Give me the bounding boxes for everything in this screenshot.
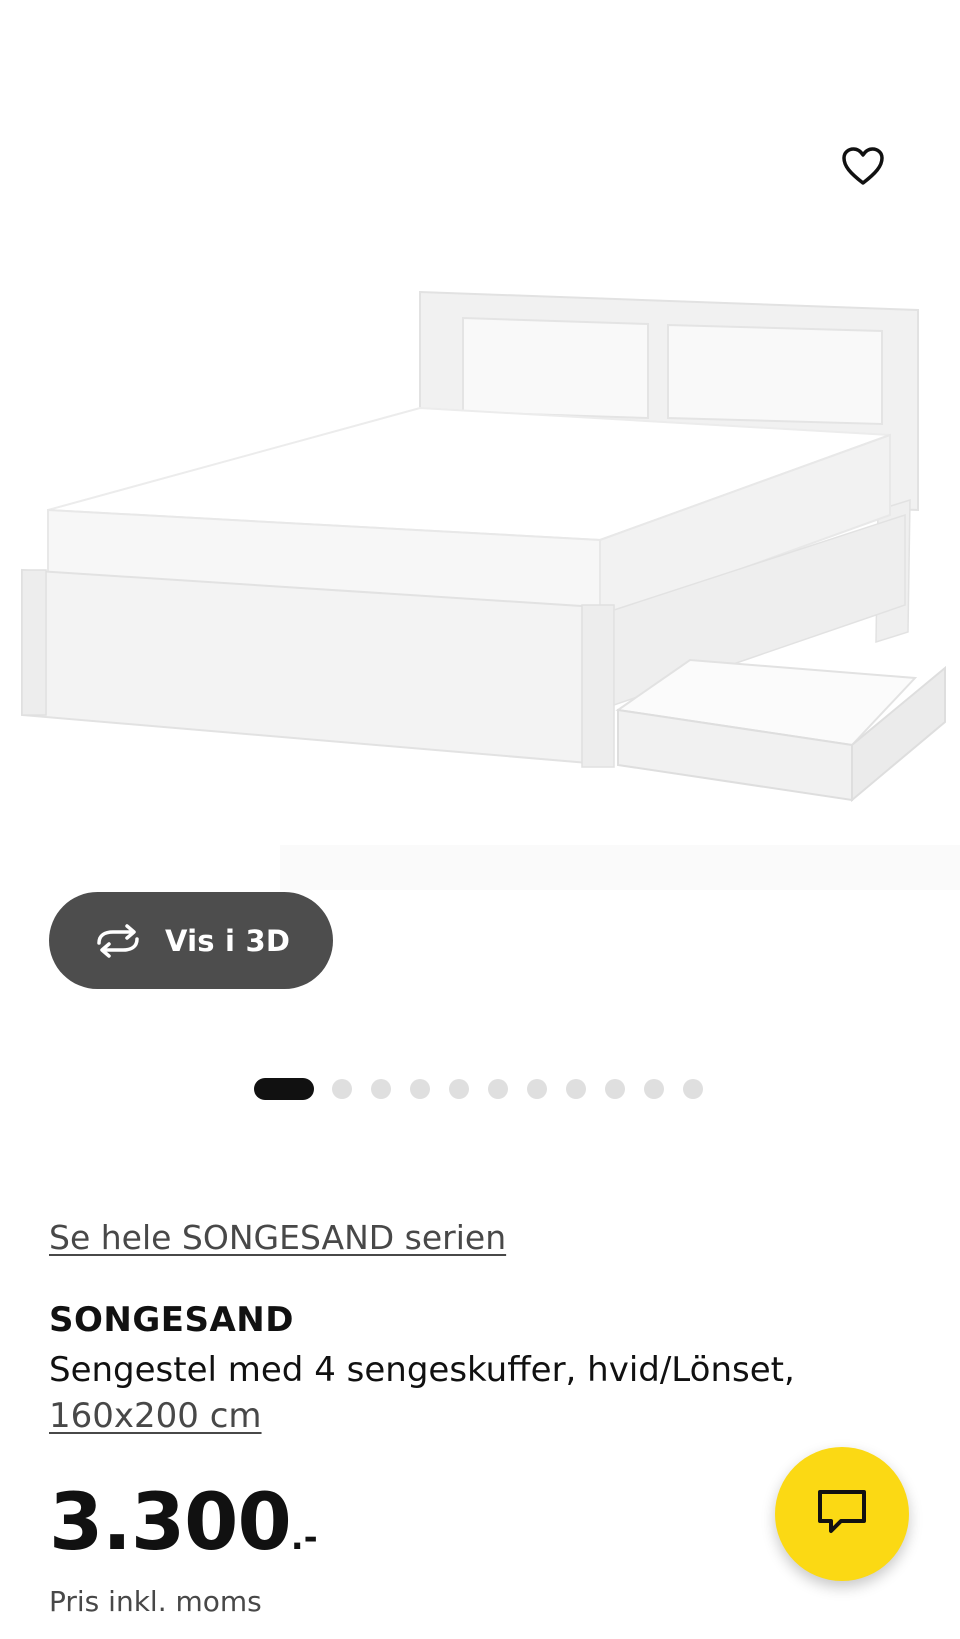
price-integer: 3.300 [49, 1478, 292, 1568]
chat-button[interactable] [775, 1447, 909, 1581]
favorite-button[interactable] [840, 145, 886, 191]
price-suffix: .- [290, 1518, 318, 1558]
view-in-3d-button[interactable]: Vis i 3D [49, 892, 333, 989]
product-price: 3.300 .- [49, 1478, 318, 1568]
gallery-dot-5[interactable] [449, 1079, 469, 1099]
gallery-dot-7[interactable] [527, 1079, 547, 1099]
gallery-dot-6[interactable] [488, 1079, 508, 1099]
gallery-dot-3[interactable] [371, 1079, 391, 1099]
product-image-gallery[interactable]: Vis i 3D [0, 0, 960, 1000]
gallery-dot-4[interactable] [410, 1079, 430, 1099]
gallery-dot-9[interactable] [605, 1079, 625, 1099]
heart-icon [841, 146, 885, 190]
price-note: Pris inkl. moms [49, 1585, 262, 1618]
gallery-dot-2[interactable] [332, 1079, 352, 1099]
gallery-dot-11[interactable] [683, 1079, 703, 1099]
rotate-3d-icon [93, 923, 143, 959]
gallery-dot-1[interactable] [254, 1078, 314, 1100]
series-link[interactable]: Se hele SONGESAND serien [49, 1218, 506, 1257]
gallery-dot-10[interactable] [644, 1079, 664, 1099]
product-image [21, 290, 960, 890]
chat-bubble-icon [815, 1487, 869, 1541]
gallery-pagination [0, 1078, 960, 1100]
gallery-dot-8[interactable] [566, 1079, 586, 1099]
view-in-3d-label: Vis i 3D [165, 923, 291, 958]
product-name: SONGESAND [49, 1300, 294, 1340]
product-size-link[interactable]: 160x200 cm [49, 1396, 262, 1436]
product-description: Sengestel med 4 sengeskuffer, hvid/Lönse… [49, 1350, 795, 1390]
